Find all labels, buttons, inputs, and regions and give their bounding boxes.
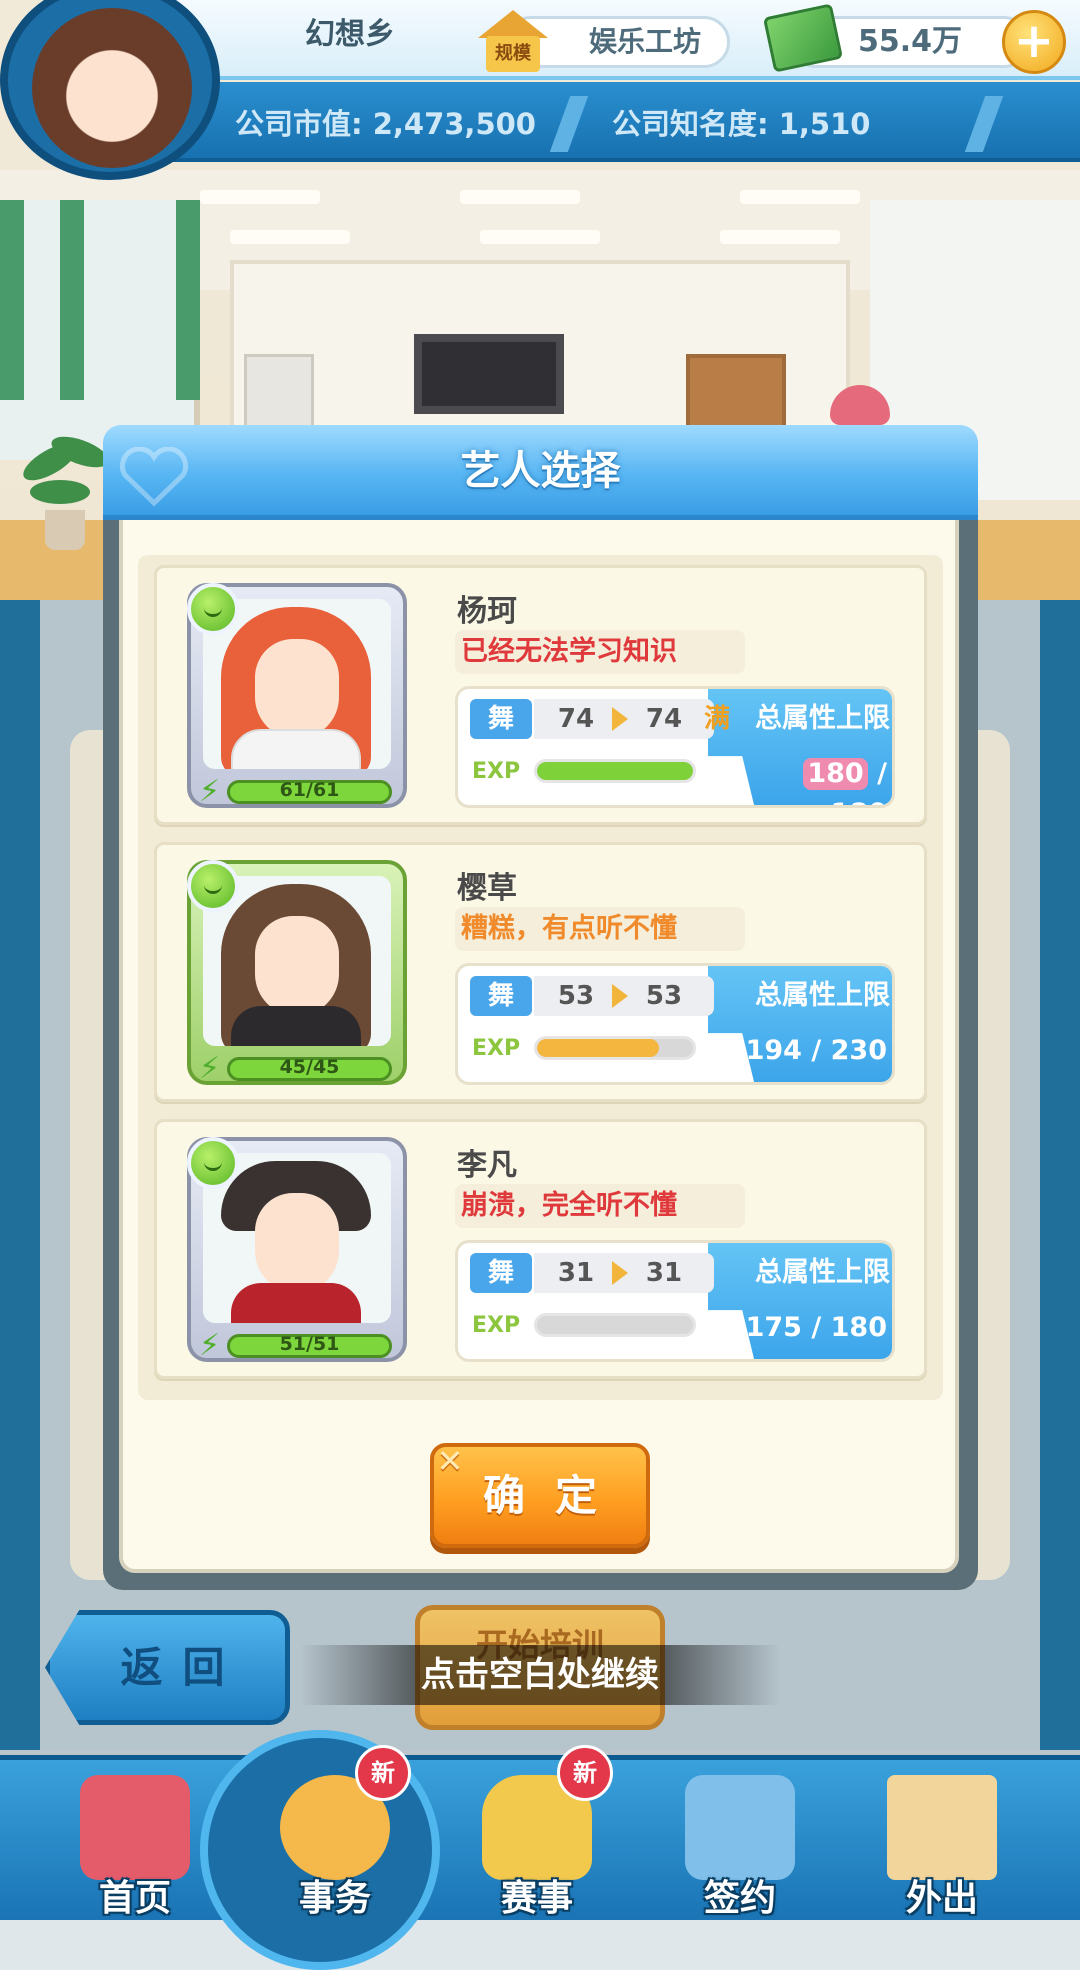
exp-label: EXP: [472, 1036, 521, 1061]
confirm-label: 确定: [482, 1471, 627, 1520]
exp-label: EXP: [472, 759, 521, 784]
energy-value: 45/45: [279, 1056, 340, 1078]
mood-smile-icon: [187, 860, 239, 912]
modal-title: 艺人选择: [460, 448, 621, 494]
lightning-icon: ⚡: [199, 1051, 221, 1086]
artist-status: 崩溃，完全听不懂: [455, 1184, 745, 1228]
cap-value: 175 / 180: [743, 1308, 892, 1348]
dance-tag: 舞: [470, 976, 532, 1016]
artist-portrait: ⚡ 45/45: [187, 860, 407, 1086]
attribute-change: 53 53: [534, 976, 714, 1016]
cap-current: 175: [745, 1312, 802, 1343]
sparkle-icon: ✕: [436, 1442, 464, 1480]
attribute-box: 舞 74 74 满 总属性上限 180 / 180 EXP: [455, 686, 895, 808]
mood-smile-icon: [187, 583, 239, 635]
arrow-right-icon: [612, 1261, 628, 1285]
attribute-change: 31 31: [534, 1253, 714, 1293]
artist-name: 樱草: [457, 871, 517, 906]
exp-bar: [534, 1036, 696, 1060]
confirm-button[interactable]: ✕ 确定: [430, 1442, 650, 1548]
exp-bar: [534, 759, 696, 783]
cap-label: 总属性上限: [755, 980, 890, 1011]
attr-from: 53: [557, 981, 595, 1011]
cap-value: 180 / 180: [743, 754, 892, 805]
attribute-change: 74 74: [534, 699, 714, 739]
artist-portrait: ⚡ 51/51: [187, 1137, 407, 1363]
artist-status: 糟糕，有点听不懂: [455, 907, 745, 951]
energy-bar: ⚡ 51/51: [199, 1328, 395, 1363]
lightning-icon: ⚡: [199, 774, 221, 809]
exp-label: EXP: [472, 1313, 521, 1338]
lightning-icon: ⚡: [199, 1328, 221, 1363]
exp-bar: [534, 1313, 696, 1337]
exp-fill: [537, 1039, 659, 1057]
exp-fill: [537, 762, 693, 780]
attr-to: 53: [645, 981, 683, 1011]
artist-card[interactable]: ⚡ 51/51 李凡 崩溃，完全听不懂 舞 31 31 总属性上限 175 / …: [154, 1119, 927, 1379]
cap-max: / 230: [811, 1035, 887, 1066]
artist-name: 李凡: [457, 1148, 517, 1183]
cap-label: 总属性上限: [755, 1257, 890, 1288]
artist-card[interactable]: ⚡ 61/61 杨珂 已经无法学习知识 舞 74 74 满 总属性上限 180 …: [154, 565, 927, 825]
mood-smile-icon: [187, 1137, 239, 1189]
artist-portrait: ⚡ 61/61: [187, 583, 407, 809]
cap-max: / 180: [811, 1312, 887, 1343]
artist-select-modal: 艺人选择 ⚡ 61/61 杨珂 已经无法学习知识 舞 74 74 满 总属性上限…: [103, 425, 978, 1590]
dance-tag: 舞: [470, 1253, 532, 1293]
attr-to: 31: [645, 1258, 683, 1288]
attribute-box: 舞 53 53 总属性上限 194 / 230 EXP: [455, 963, 895, 1085]
artist-name: 杨珂: [457, 594, 517, 629]
arrow-right-icon: [612, 707, 628, 731]
attr-to: 74: [645, 704, 683, 734]
artist-card[interactable]: ⚡ 45/45 樱草 糟糕，有点听不懂 舞 53 53 总属性上限 194 / …: [154, 842, 927, 1102]
artist-list: ⚡ 61/61 杨珂 已经无法学习知识 舞 74 74 满 总属性上限 180 …: [138, 555, 943, 1400]
energy-bar: ⚡ 61/61: [199, 774, 395, 809]
cap-value: 194 / 230: [743, 1031, 892, 1071]
dance-tag: 舞: [470, 699, 532, 739]
cap-label: 总属性上限: [755, 703, 890, 734]
attr-from: 74: [557, 704, 595, 734]
energy-value: 61/61: [279, 779, 340, 801]
attr-from: 31: [557, 1258, 595, 1288]
energy-value: 51/51: [279, 1333, 340, 1355]
cap-current: 180: [803, 758, 868, 790]
artist-status: 已经无法学习知识: [455, 630, 745, 674]
cap-current: 194: [745, 1035, 802, 1066]
attribute-box: 舞 31 31 总属性上限 175 / 180 EXP: [455, 1240, 895, 1362]
arrow-right-icon: [612, 984, 628, 1008]
energy-bar: ⚡ 45/45: [199, 1051, 395, 1086]
